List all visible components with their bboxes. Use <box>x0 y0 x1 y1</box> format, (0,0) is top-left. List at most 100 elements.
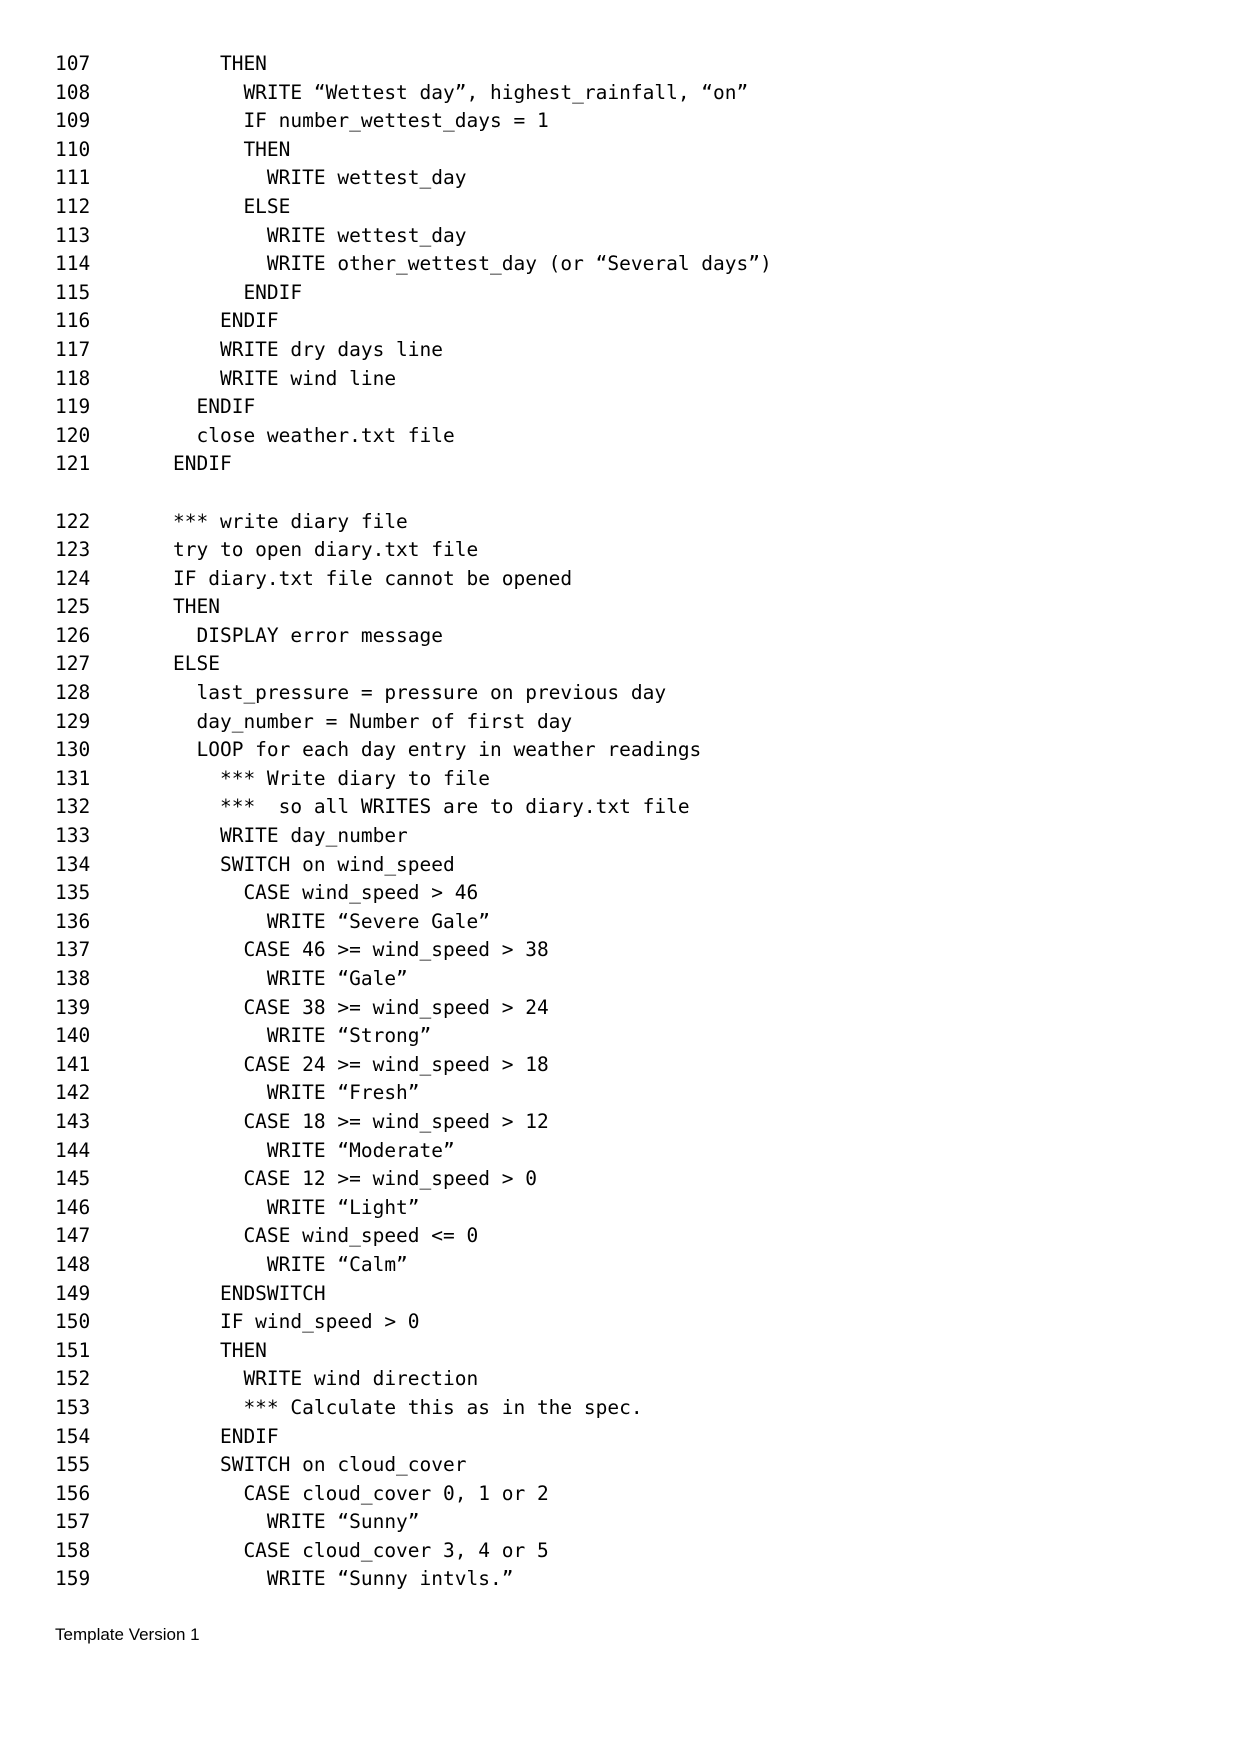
line-number: 131 <box>55 766 91 790</box>
line-number: 145 <box>55 1167 91 1191</box>
code-line: 141 CASE 24 >= wind_speed > 18 <box>55 1051 1175 1080</box>
line-code: IF diary.txt file cannot be opened <box>173 566 573 590</box>
line-code: CASE 38 >= wind_speed > 24 <box>173 995 549 1019</box>
code-line: 157 WRITE “Sunny” <box>55 1508 1175 1537</box>
line-number: 118 <box>55 366 91 390</box>
code-line: 143 CASE 18 >= wind_speed > 12 <box>55 1108 1175 1137</box>
code-line: 138 WRITE “Gale” <box>55 965 1175 994</box>
line-code: WRITE “Strong” <box>173 1024 432 1048</box>
code-line: 135 CASE wind_speed > 46 <box>55 879 1175 908</box>
line-number: 119 <box>55 395 91 419</box>
code-line: 115 ENDIF <box>55 279 1175 308</box>
line-code: WRITE other_wettest_day (or “Several day… <box>173 252 772 276</box>
code-line: 155 SWITCH on cloud_cover <box>55 1451 1175 1480</box>
line-number: 127 <box>55 652 91 676</box>
code-line: 130 LOOP for each day entry in weather r… <box>55 736 1175 765</box>
code-line: 159 WRITE “Sunny intvls.” <box>55 1565 1175 1594</box>
line-number: 143 <box>55 1109 91 1133</box>
line-code: ELSE <box>173 194 291 218</box>
line-code: WRITE “Severe Gale” <box>173 909 490 933</box>
line-number: 154 <box>55 1424 91 1448</box>
line-number: 147 <box>55 1224 91 1248</box>
line-number: 120 <box>55 423 91 447</box>
line-number: 109 <box>55 109 91 133</box>
line-code: THEN <box>173 1338 267 1362</box>
line-number: 130 <box>55 738 91 762</box>
code-line: 116 ENDIF <box>55 307 1175 336</box>
code-line: 119 ENDIF <box>55 393 1175 422</box>
line-number: 133 <box>55 824 91 848</box>
line-number: 121 <box>55 452 91 476</box>
line-number: 142 <box>55 1081 91 1105</box>
line-code: WRITE “Wettest day”, highest_rainfall, “… <box>173 80 749 104</box>
line-code: close weather.txt file <box>173 423 455 447</box>
line-code: WRITE dry days line <box>173 337 444 361</box>
line-code: CASE 18 >= wind_speed > 12 <box>173 1109 549 1133</box>
line-code: CASE cloud_cover 0, 1 or 2 <box>173 1481 549 1505</box>
line-code: IF number_wettest_days = 1 <box>173 109 549 133</box>
line-code: *** Write diary to file <box>173 766 490 790</box>
code-line: 120 close weather.txt file <box>55 422 1175 451</box>
code-line: 127 ELSE <box>55 650 1175 679</box>
line-number: 124 <box>55 566 91 590</box>
line-number: 114 <box>55 252 91 276</box>
code-line: 131 *** Write diary to file <box>55 765 1175 794</box>
code-line: 137 CASE 46 >= wind_speed > 38 <box>55 936 1175 965</box>
line-code: WRITE wettest_day <box>173 223 467 247</box>
line-code: WRITE “Moderate” <box>173 1138 455 1162</box>
line-code: last_pressure = pressure on previous day <box>173 681 667 705</box>
line-number: 128 <box>55 681 91 705</box>
code-line: 140 WRITE “Strong” <box>55 1022 1175 1051</box>
line-code: *** write diary file <box>173 509 408 533</box>
code-line: 145 CASE 12 >= wind_speed > 0 <box>55 1165 1175 1194</box>
line-number: 129 <box>55 709 91 733</box>
line-code: THEN <box>173 52 267 75</box>
line-number: 149 <box>55 1281 91 1305</box>
code-line: 114 WRITE other_wettest_day (or “Several… <box>55 250 1175 279</box>
code-line: 142 WRITE “Fresh” <box>55 1079 1175 1108</box>
line-number: 125 <box>55 595 91 619</box>
line-code: WRITE “Sunny intvls.” <box>173 1567 514 1591</box>
code-line: 124 IF diary.txt file cannot be opened <box>55 565 1175 594</box>
line-code: CASE cloud_cover 3, 4 or 5 <box>173 1538 549 1562</box>
line-code: ENDIF <box>173 452 232 476</box>
line-code: ENDIF <box>173 309 279 333</box>
line-code: *** so all WRITES are to diary.txt file <box>173 795 690 819</box>
line-code: WRITE “Fresh” <box>173 1081 420 1105</box>
code-line: 123 try to open diary.txt file <box>55 536 1175 565</box>
line-code: WRITE day_number <box>173 824 408 848</box>
line-number: 137 <box>55 938 91 962</box>
line-code: SWITCH on cloud_cover <box>173 1453 467 1477</box>
code-line: 118 WRITE wind line <box>55 365 1175 394</box>
line-code: day_number = Number of first day <box>173 709 573 733</box>
line-code: CASE wind_speed > 46 <box>173 881 479 905</box>
line-number: 159 <box>55 1567 91 1591</box>
code-line: 111 WRITE wettest_day <box>55 164 1175 193</box>
code-line: 152 WRITE wind direction <box>55 1365 1175 1394</box>
code-line: 146 WRITE “Light” <box>55 1194 1175 1223</box>
document-page: 107 THEN 108 WRITE “Wettest day”, highest… <box>0 0 1241 1754</box>
code-line: 149 ENDSWITCH <box>55 1280 1175 1309</box>
line-code: DISPLAY error message <box>173 623 444 647</box>
code-line: 151 THEN <box>55 1337 1175 1366</box>
line-number: 152 <box>55 1367 91 1391</box>
code-line: 122 *** write diary file <box>55 508 1175 537</box>
line-code: WRITE wind direction <box>173 1367 479 1391</box>
line-number: 151 <box>55 1338 91 1362</box>
line-number: 112 <box>55 194 91 218</box>
line-number: 138 <box>55 967 91 990</box>
line-number: 153 <box>55 1395 91 1419</box>
line-number: 135 <box>55 881 91 905</box>
code-line: 128 last_pressure = pressure on previous… <box>55 679 1175 708</box>
code-line: 158 CASE cloud_cover 3, 4 or 5 <box>55 1537 1175 1566</box>
line-code: ENDSWITCH <box>173 1281 326 1305</box>
line-number: 157 <box>55 1510 91 1534</box>
line-number: 139 <box>55 995 91 1019</box>
line-code: *** Calculate this as in the spec. <box>173 1395 643 1419</box>
code-line: 129 day_number = Number of first day <box>55 708 1175 737</box>
line-number: 148 <box>55 1252 91 1276</box>
line-code: WRITE “Gale” <box>173 967 408 990</box>
code-line: 117 WRITE dry days line <box>55 336 1175 365</box>
line-code: WRITE “Calm” <box>173 1252 408 1276</box>
